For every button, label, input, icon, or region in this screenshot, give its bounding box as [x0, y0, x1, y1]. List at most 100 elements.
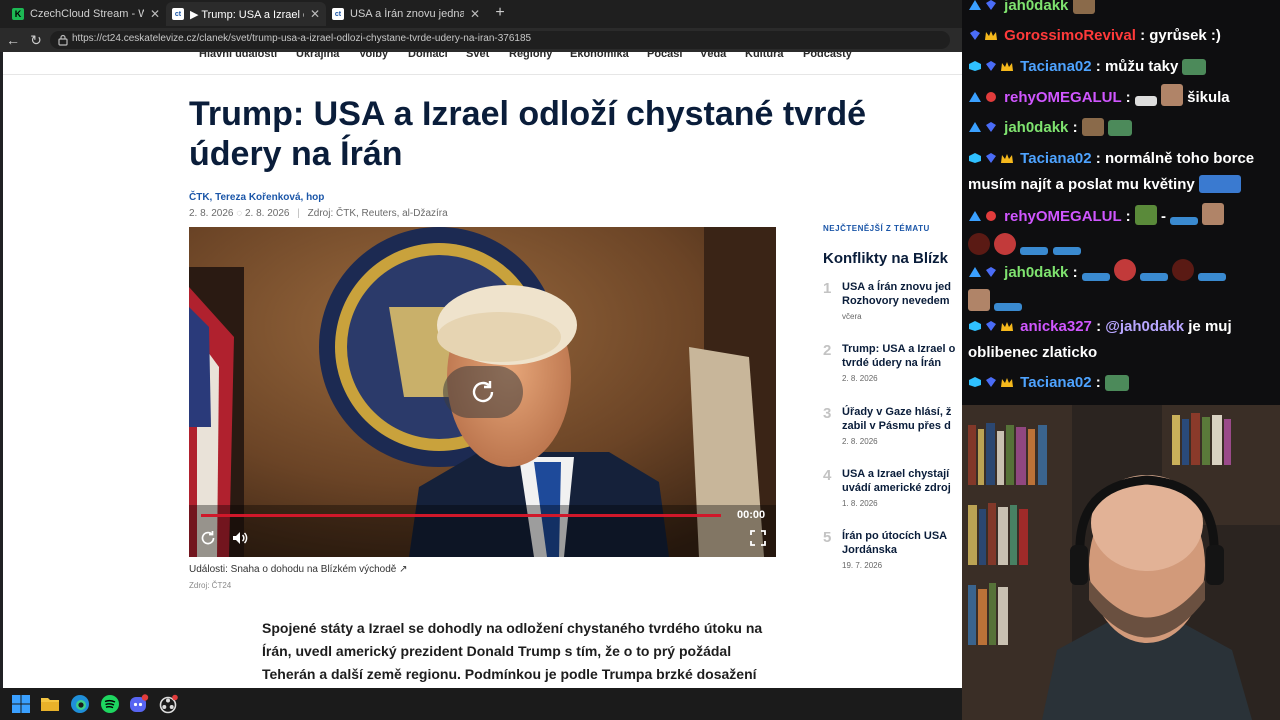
crown-badge-icon — [1001, 378, 1013, 387]
back-arrow-icon[interactable]: ← — [5, 32, 21, 48]
crown-badge-icon — [1001, 154, 1013, 163]
new-tab-button[interactable]: + — [492, 4, 508, 22]
sidebar-article-date: 19. 7. 2026 — [842, 561, 883, 570]
sidebar-article[interactable]: 1 USA a Írán znovu jed Rozhovory nevedem… — [823, 280, 962, 328]
tab-label: USA a Írán znovu jednají, tvrdí Tru — [350, 8, 464, 20]
close-icon[interactable]: ✕ — [150, 7, 160, 21]
face-emote-icon — [968, 289, 990, 311]
cube-badge-icon — [969, 377, 981, 387]
chat-text: : můžu taky — [1095, 58, 1179, 75]
windows-start-icon[interactable] — [11, 694, 31, 714]
sidebar-article-date: včera — [842, 312, 862, 321]
nav-veda[interactable]: Věda — [700, 52, 726, 60]
chat-message: jah0dakk : — [968, 115, 1278, 141]
chat-username[interactable]: Taciana02 — [1020, 150, 1091, 167]
heart-badge-icon — [986, 211, 996, 221]
tab-trump-article[interactable]: ct ▶ Trump: USA a Izrael odloží chyst ✕ — [166, 2, 326, 26]
file-explorer-icon[interactable] — [40, 694, 60, 714]
replay-button[interactable] — [443, 366, 523, 418]
ring-emote-icon — [968, 233, 990, 255]
strawberry-emote-icon — [994, 233, 1017, 255]
close-icon[interactable]: ✕ — [310, 7, 320, 21]
nav-svet[interactable]: Svět — [466, 52, 489, 60]
volume-icon[interactable] — [231, 529, 249, 547]
tab-czechcloud[interactable]: K CzechCloud Stream - Watch Live o ✕ — [6, 2, 166, 26]
caption-text: Události: Snaha o dohodu na Blízkém vých… — [189, 564, 397, 575]
chat-username[interactable]: Taciana02 — [1020, 58, 1091, 75]
chat-text: musím najít a poslat mu květiny — [968, 176, 1195, 193]
article-headline: Trump: USA a Izrael odloží chystané tvrd… — [189, 95, 867, 173]
chat-username[interactable]: anicka327 — [1020, 318, 1092, 335]
streamer-webcam-image — [962, 405, 1280, 720]
rank-number: 1 — [823, 280, 832, 297]
obs-icon[interactable] — [159, 694, 179, 714]
replay-icon[interactable] — [199, 529, 217, 547]
nav-regiony[interactable]: Regiony — [509, 52, 552, 60]
chat-message: GorossimoRevival : gyrůsek :) — [968, 23, 1278, 49]
car-emote-icon — [1198, 175, 1241, 193]
chat-message: Taciana02 : můžu taky — [968, 54, 1278, 80]
nav-volby[interactable]: Volby — [359, 52, 388, 60]
nav-ukrajina[interactable]: Ukrajina — [296, 52, 339, 60]
tab-label: CzechCloud Stream - Watch Live o — [30, 8, 144, 20]
chat-username[interactable]: rehyOMEGALUL — [1004, 89, 1121, 106]
tab-label: ▶ Trump: USA a Izrael odloží chyst — [190, 8, 304, 21]
article-body: Spojené státy a Izrael se dohodly na odl… — [262, 620, 763, 682]
cube-badge-icon — [969, 321, 981, 331]
chat-username[interactable]: rehyOMEGALUL — [1004, 208, 1121, 225]
nav-ekonomika[interactable]: Ekonomika — [570, 52, 629, 60]
chat-mention[interactable]: @jah0dakk — [1105, 318, 1184, 335]
gem-badge-icon — [986, 0, 996, 10]
frog-emote-icon — [1134, 205, 1157, 225]
spotify-icon[interactable] — [100, 694, 120, 714]
close-icon[interactable]: ✕ — [470, 7, 480, 21]
updated-icon: ◌ — [236, 208, 245, 219]
video-caption[interactable]: Události: Snaha o dohodu na Blízkém vých… — [189, 564, 408, 575]
video-progress-bar[interactable] — [201, 514, 721, 517]
gem-badge-icon — [986, 153, 996, 163]
updated-date: 2. 8. 2026 — [245, 208, 290, 219]
crown-badge-icon — [1001, 62, 1013, 71]
chat-username[interactable]: Taciana02 — [1020, 374, 1091, 391]
sidebar-title[interactable]: Konflikty na Blízk — [823, 250, 948, 267]
web-page: Hlavní události Ukrajina Volby Domácí Sv… — [3, 52, 962, 688]
discord-icon[interactable] — [129, 694, 149, 714]
boost-badge-icon — [969, 0, 981, 10]
sidebar-article[interactable]: 4 USA a Izrael chystají uvádí americké z… — [823, 467, 962, 515]
chat-message: rehyOMEGALUL : šikula — [968, 84, 1278, 111]
article-authors[interactable]: ČTK, Tereza Kořenková, hop — [189, 192, 324, 203]
external-link-icon: ↗ — [399, 564, 408, 575]
nav-kultura[interactable]: Kultura — [745, 52, 784, 60]
nav-domaci[interactable]: Domácí — [408, 52, 448, 60]
site-info-icon[interactable] — [58, 34, 68, 46]
sidebar-article[interactable]: 2 Trump: USA a Izrael o tvrdé údery na Í… — [823, 342, 962, 390]
gem-badge-icon — [970, 30, 980, 40]
chat-username[interactable]: GorossimoRevival — [1004, 27, 1136, 44]
nav-hlavni-udalosti[interactable]: Hlavní události — [199, 52, 277, 60]
chat-username[interactable]: jah0dakk — [1004, 264, 1068, 281]
sidebar-article-title: Írán po útocích USA Jordánska — [842, 530, 947, 556]
cube-badge-icon — [969, 61, 981, 71]
tab-strip: K CzechCloud Stream - Watch Live o ✕ ct … — [0, 0, 962, 28]
fullscreen-icon[interactable] — [749, 529, 767, 547]
sidebar-article[interactable]: 5 Írán po útocích USA Jordánska 19. 7. 2… — [823, 529, 962, 577]
chat-username[interactable]: jah0dakk — [1004, 119, 1068, 136]
video-player[interactable]: 00:00 — [189, 227, 776, 557]
edge-browser-icon[interactable] — [70, 694, 90, 714]
top-navigation: Hlavní události Ukrajina Volby Domácí Sv… — [3, 52, 962, 75]
chat-text: : — [1095, 374, 1101, 391]
refresh-icon[interactable]: ↻ — [28, 32, 44, 48]
chat-username[interactable]: jah0dakk — [1004, 0, 1068, 14]
bar-emote-icon — [1140, 273, 1169, 281]
chat-message: rehyOMEGALUL : - — [968, 202, 1278, 262]
sidebar-article[interactable]: 3 Úřady v Gaze hlásí, ž zabil v Pásmu př… — [823, 405, 962, 453]
chat-text: : gyrůsek :) — [1140, 27, 1221, 44]
gem-badge-icon — [986, 321, 996, 331]
nav-pocasi[interactable]: Počasí — [647, 52, 682, 60]
sidebar-article-date: 2. 8. 2026 — [842, 374, 878, 383]
hand-emote-icon — [1134, 96, 1157, 106]
bar-emote-icon — [994, 303, 1023, 311]
url-field[interactable]: https://ct24.ceskatelevize.cz/clanek/sve… — [50, 31, 950, 49]
nav-podcasty[interactable]: Podcasty — [803, 52, 852, 60]
tab-usa-iran[interactable]: ct USA a Írán znovu jednají, tvrdí Tru ✕ — [326, 2, 486, 26]
